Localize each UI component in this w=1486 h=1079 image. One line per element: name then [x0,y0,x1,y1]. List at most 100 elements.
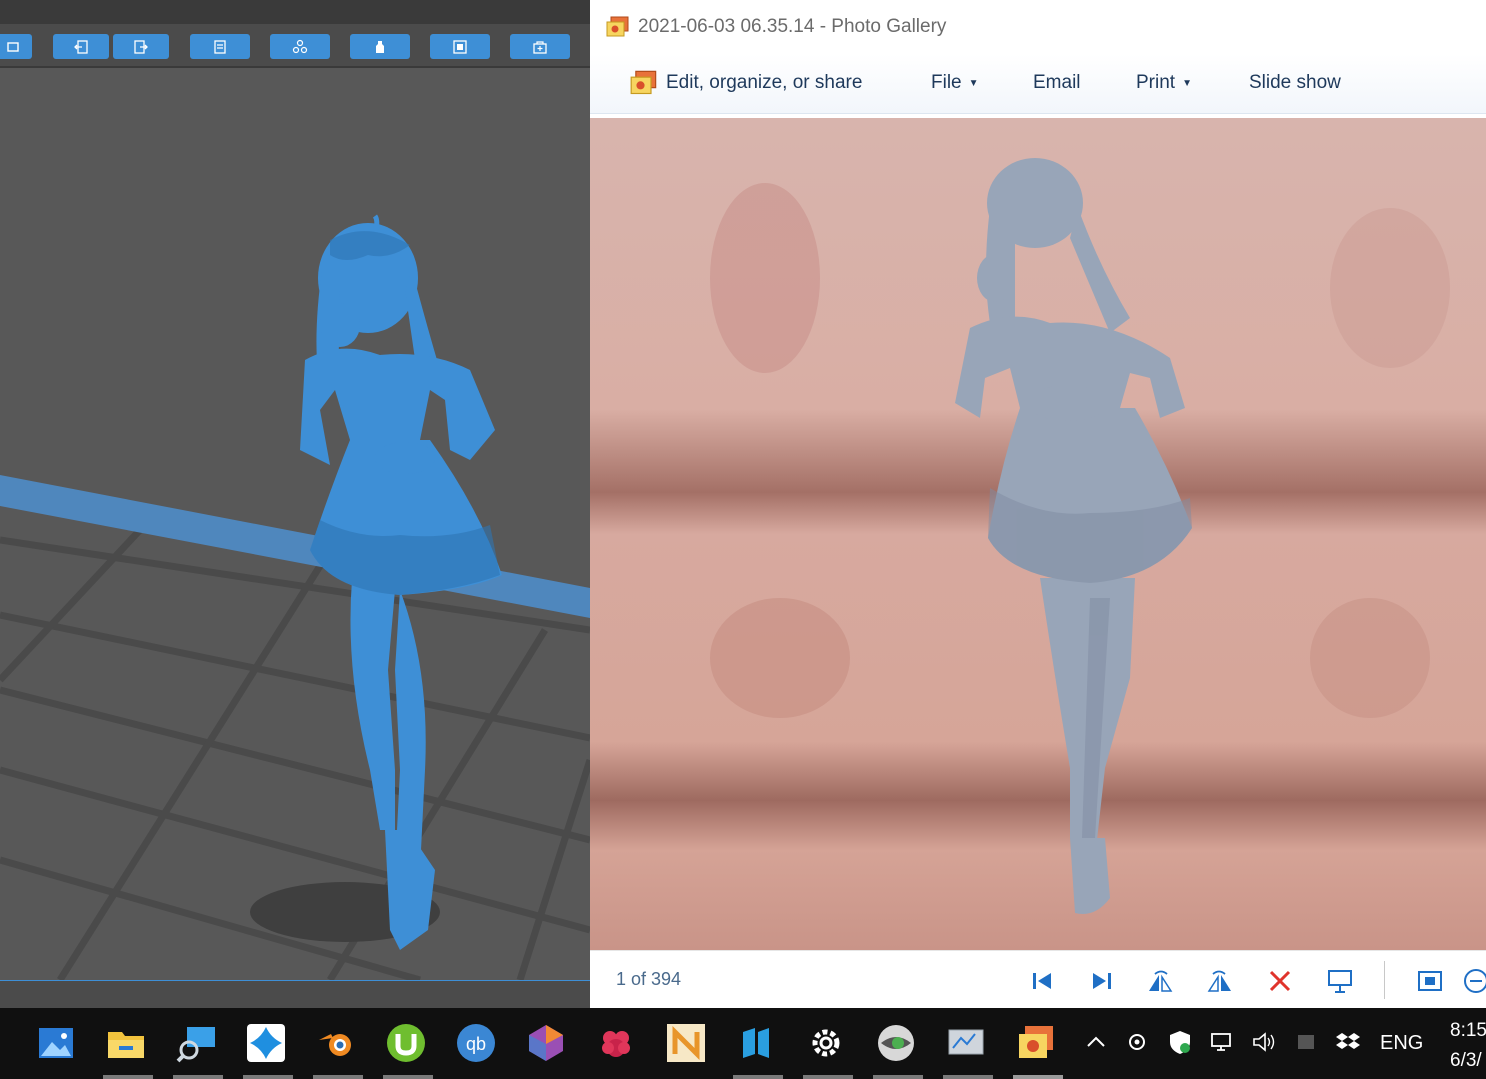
tray-show-hidden[interactable] [1082,1026,1110,1058]
tool-button-export[interactable] [113,34,169,59]
eye-app-icon [878,1025,914,1061]
running-indicator-active [1013,1075,1063,1079]
taskbar-meshmixer[interactable] [523,1020,569,1066]
tool-button-import[interactable] [53,34,109,59]
running-indicator [943,1075,993,1079]
rotate-right-button[interactable] [1204,965,1236,997]
tray-dropbox[interactable] [1334,1026,1362,1058]
menu-email[interactable]: Email [1033,68,1081,98]
taskbar-photos[interactable] [33,1020,79,1066]
taskbar-file-explorer[interactable] [103,1020,149,1066]
chevron-up-icon [1087,1036,1105,1047]
camera-icon [1129,1034,1145,1050]
slicer-status-strip [0,980,590,1008]
menu-print[interactable]: Print ▼ [1136,68,1192,98]
delete-button[interactable] [1264,965,1296,997]
slideshow-button[interactable] [1324,965,1356,997]
raspberry-icon [602,1031,630,1057]
tray-network[interactable] [1208,1026,1236,1058]
fit-screen-icon [1418,971,1442,991]
copy-icon [214,39,226,54]
taskbar-slicer-n[interactable] [733,1020,779,1066]
taskbar-monitor-app[interactable] [943,1020,989,1066]
gray-app-icon [1298,1035,1314,1049]
zoom-out-icon [1464,969,1486,993]
meshmixer-icon [529,1025,563,1061]
taskbar-nfp[interactable] [663,1020,709,1066]
gallery-statusbar: 1 of 394 [590,950,1486,1008]
menu-file[interactable]: File ▼ [931,68,979,98]
actual-size-button[interactable] [1414,965,1446,997]
bottle-icon [376,40,384,53]
photo-gallery-small-icon [630,70,657,95]
view-icon [7,41,19,52]
rotate-left-icon [1149,970,1173,992]
displayed-photo[interactable] [590,118,1486,950]
menu-slideshow[interactable]: Slide show [1249,68,1341,98]
window-title: 2021-06-03 06.35.14 - Photo Gallery [638,16,947,37]
tool-button-layer[interactable] [430,34,490,59]
running-indicator [243,1075,293,1079]
rotate-right-icon [1207,970,1231,992]
app-blue-diamond-icon [247,1024,285,1062]
monitor-app-icon [948,1029,984,1055]
slicer-title-strip [0,0,590,24]
taskbar-settings[interactable] [803,1020,849,1066]
blender-icon [319,1034,351,1056]
windows-taskbar: qb ENG 8:15 6/3/ [0,1008,1486,1079]
tool-button-supports[interactable] [270,34,330,59]
tool-button-add[interactable] [510,34,570,59]
taskbar-raspberry[interactable] [593,1020,639,1066]
file-explorer-icon [108,1032,144,1058]
statusbar-separator [1384,961,1385,999]
skip-forward-icon [1093,973,1111,989]
presentation-icon [1328,970,1352,993]
dropbox-icon [1336,1033,1360,1049]
taskbar-photo-gallery[interactable] [1013,1020,1059,1066]
slicer-window [0,0,590,1008]
skip-back-icon [1033,973,1051,989]
square-target-icon [453,39,467,54]
next-photo-button[interactable] [1086,965,1118,997]
taskbar-blender[interactable] [313,1020,359,1066]
zoom-out-button[interactable] [1460,965,1486,997]
menu-edit-organize-share[interactable]: Edit, organize, or share [630,68,862,98]
network-icon [1211,1033,1231,1051]
taskbar-clock[interactable]: 8:15 6/3/ [1450,1016,1486,1076]
language-indicator[interactable]: ENG [1380,1032,1423,1055]
taskbar-qbittorrent[interactable]: qb [453,1020,499,1066]
photo-gallery-app-icon [606,16,629,37]
first-photo-button[interactable] [1026,965,1058,997]
taskbar-eye-app[interactable] [873,1020,919,1066]
running-indicator [873,1075,923,1079]
taskbar-blue-diamond-app[interactable] [243,1020,289,1066]
photo-gallery-window: 2021-06-03 06.35.14 - Photo Gallery Edit… [590,0,1486,1008]
settings-icon [812,1029,840,1057]
menu-email-label: Email [1033,72,1081,93]
slicer-toolbar [0,24,590,68]
clock-time: 8:15 [1450,1020,1486,1041]
tool-button-view[interactable] [0,34,32,59]
taskbar-remote-desktop[interactable] [173,1020,219,1066]
supports-icon [292,39,308,53]
tray-security[interactable] [1166,1026,1194,1058]
tool-button-copy[interactable] [190,34,250,59]
qbittorrent-icon: qb [457,1024,495,1062]
chevron-down-icon: ▼ [1182,77,1192,89]
tray-volume[interactable] [1250,1026,1278,1058]
nfp-icon [667,1024,705,1062]
tool-button-slice[interactable] [350,34,410,59]
photos-icon [39,1028,73,1058]
rotate-left-button[interactable] [1144,965,1176,997]
taskbar-utorrent[interactable] [383,1020,429,1066]
menu-file-label: File [931,72,962,93]
delete-x-icon [1269,970,1291,992]
photo-counter: 1 of 394 [616,969,682,989]
remote-desktop-icon [176,1027,215,1063]
shield-check-icon [1170,1031,1190,1054]
clock-date: 6/3/ [1450,1050,1482,1071]
photo-gallery-icon [1019,1026,1053,1058]
tray-app-gray[interactable] [1292,1026,1320,1058]
3d-viewport[interactable] [0,70,590,980]
tray-camera[interactable] [1124,1026,1152,1058]
